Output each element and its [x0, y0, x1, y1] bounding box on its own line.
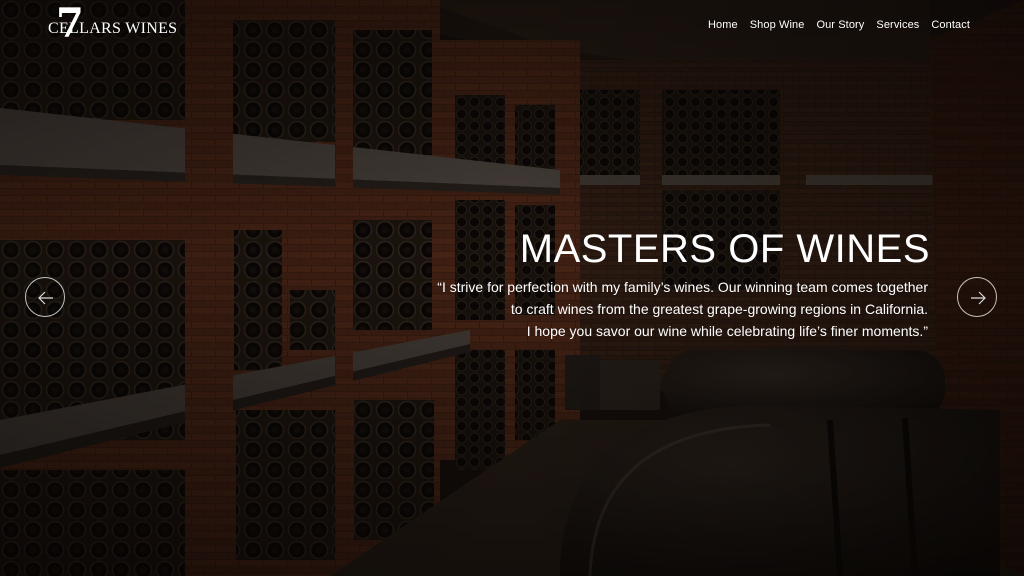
nav-item-services[interactable]: Services: [876, 19, 919, 31]
site-logo[interactable]: 7 CELLARS WINES: [46, 2, 177, 50]
arrow-left-icon: [38, 291, 53, 305]
nav-item-contact[interactable]: Contact: [931, 19, 970, 31]
arrow-right-icon: [971, 291, 986, 305]
nav-item-our-story[interactable]: Our Story: [816, 19, 864, 31]
quote-line: to craft wines from the greatest grape-g…: [510, 301, 928, 317]
nav-item-home[interactable]: Home: [708, 19, 738, 31]
hero-slider: 7 CELLARS WINES Home Shop Wine Our Story…: [0, 0, 1024, 576]
quote-line: “I strive for perfection with my family’…: [437, 279, 928, 295]
hero-quote: “I strive for perfection with my family’…: [437, 276, 928, 342]
logo-text: CELLARS WINES: [48, 20, 178, 37]
quote-line: I hope you savor our wine while celebrat…: [526, 323, 928, 339]
slider-prev-button[interactable]: [25, 277, 65, 317]
slider-next-button[interactable]: [957, 277, 997, 317]
nav-item-shop-wine[interactable]: Shop Wine: [750, 19, 805, 31]
hero-headline: MASTERS OF WINES: [519, 227, 930, 271]
main-navigation: Home Shop Wine Our Story Services Contac…: [708, 19, 970, 31]
